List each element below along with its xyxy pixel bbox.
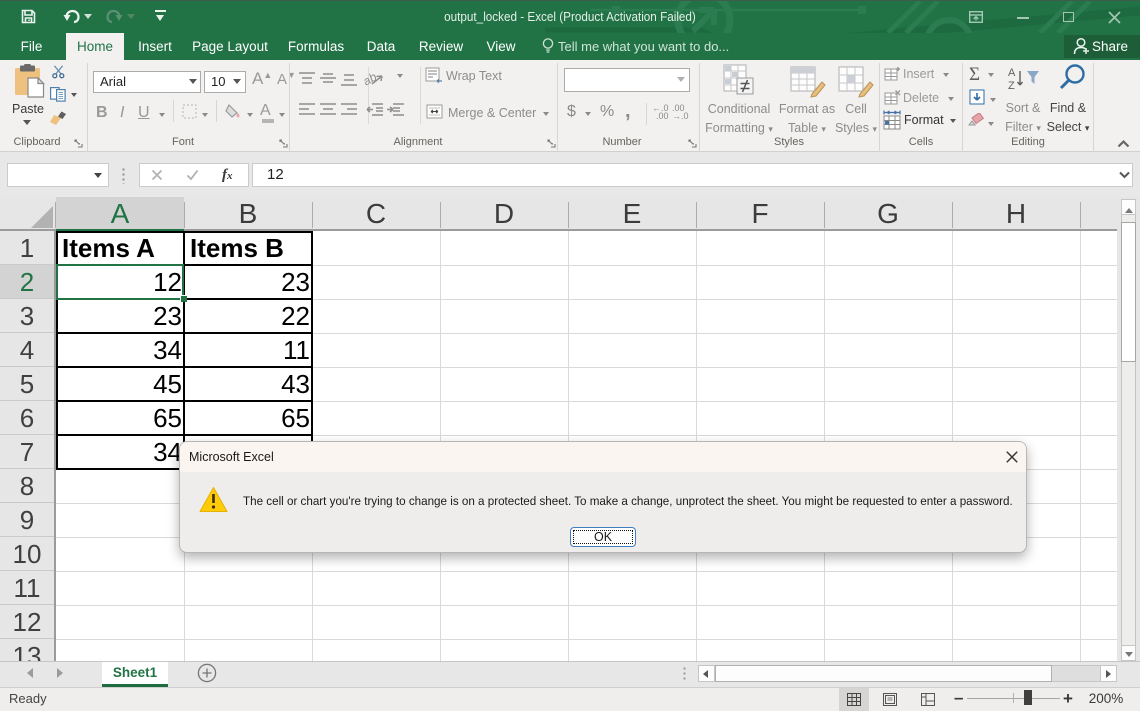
svg-text:Z: Z	[1008, 80, 1015, 92]
svg-text:ab: ab	[361, 71, 380, 87]
svg-text:A: A	[1008, 67, 1016, 79]
